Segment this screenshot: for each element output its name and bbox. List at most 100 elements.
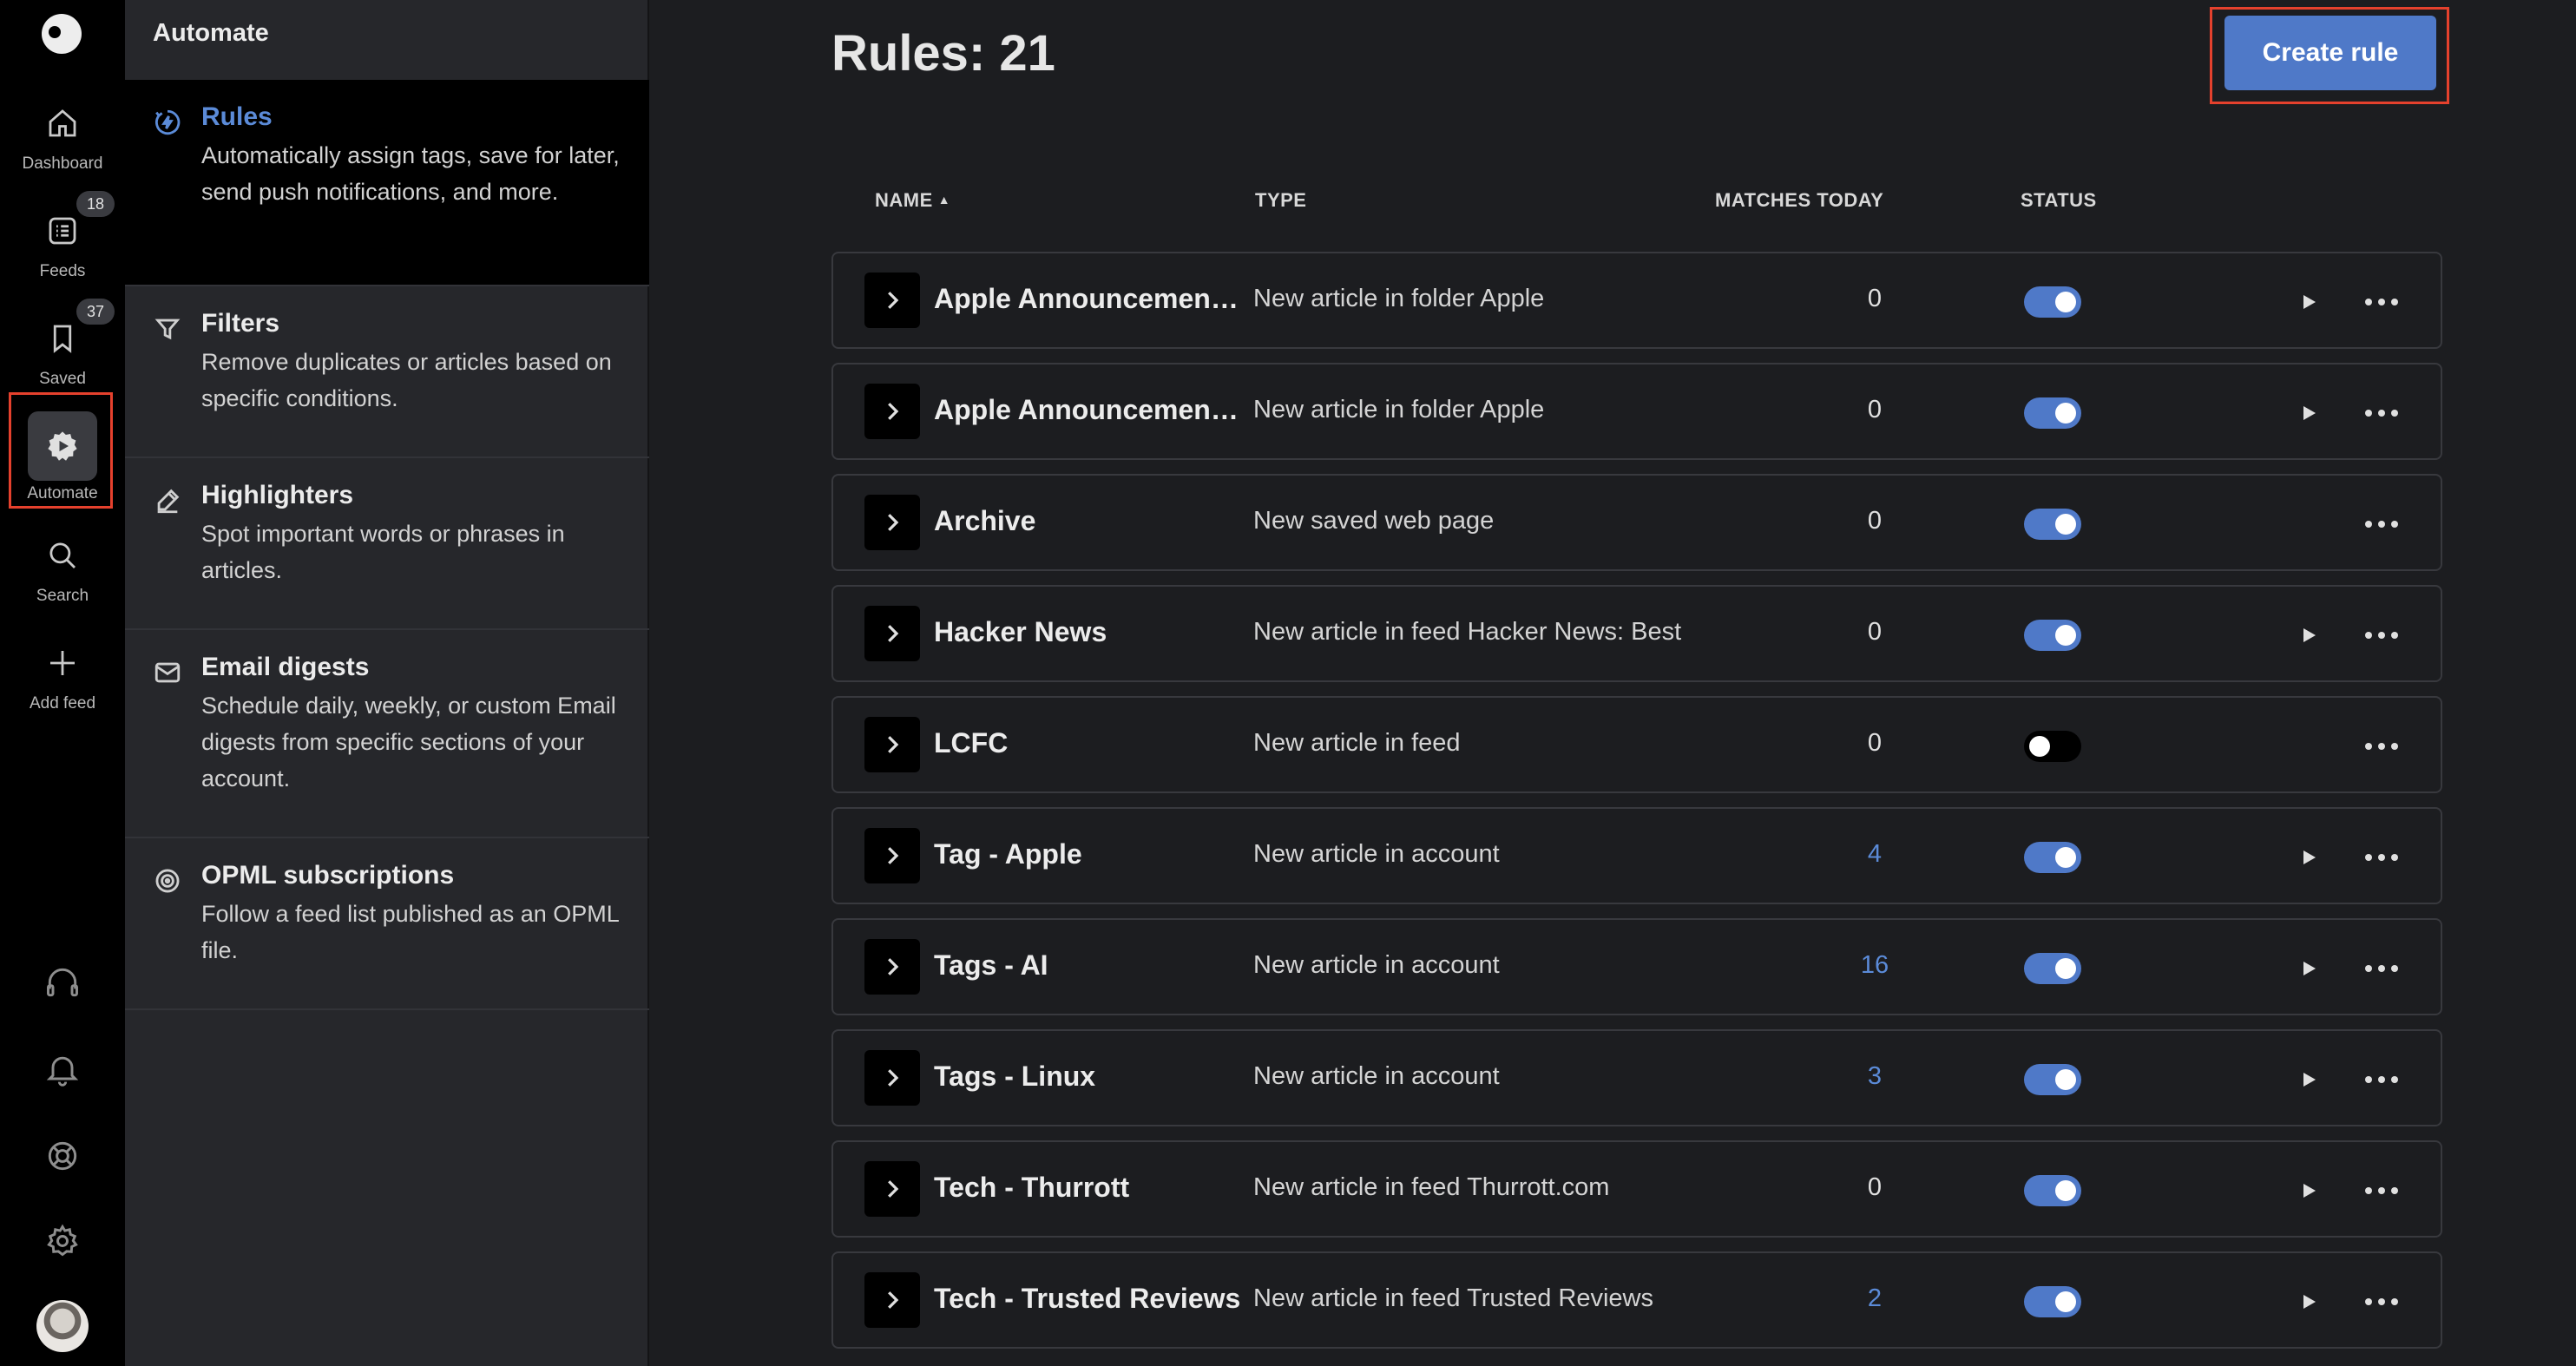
- rule-row[interactable]: Tags - Linux New article in account 3: [831, 1029, 2442, 1126]
- more-options-button[interactable]: [2361, 1284, 2402, 1319]
- play-icon: [2303, 850, 2316, 864]
- more-options-button[interactable]: [2361, 285, 2402, 319]
- expand-button[interactable]: [864, 1272, 920, 1328]
- panel-item-highlighters[interactable]: Highlighters Spot important words or phr…: [125, 458, 649, 630]
- rule-row[interactable]: Apple Announcement… New article in folde…: [831, 363, 2442, 460]
- panel-item-filters[interactable]: Filters Remove duplicates or articles ba…: [125, 286, 649, 458]
- more-options-button[interactable]: [2361, 1173, 2402, 1208]
- more-options-button[interactable]: [2361, 396, 2402, 430]
- rule-name[interactable]: Apple Announcement…: [934, 394, 1246, 426]
- more-options-button[interactable]: [2361, 507, 2402, 542]
- column-header-status: STATUS: [2021, 189, 2097, 211]
- rule-row[interactable]: Tag - Apple New article in account 4: [831, 807, 2442, 904]
- rule-row[interactable]: Tech - Trusted Reviews New article in fe…: [831, 1251, 2442, 1349]
- help-icon[interactable]: [40, 1133, 85, 1179]
- rule-row[interactable]: Apple Announcement… New article in folde…: [831, 252, 2442, 349]
- play-icon: [2303, 628, 2316, 642]
- rules-table: Apple Announcement… New article in folde…: [831, 252, 2442, 1363]
- matches-today[interactable]: 3: [1840, 1062, 1909, 1091]
- run-rule-button[interactable]: [2293, 1064, 2324, 1095]
- panel-item-email-digests[interactable]: Email digests Schedule daily, weekly, or…: [125, 630, 649, 838]
- rule-name[interactable]: Tech - Trusted Reviews: [934, 1283, 1246, 1315]
- matches-today: 0: [1867, 285, 1883, 312]
- rule-row[interactable]: Tech - Thurrott New article in feed Thur…: [831, 1140, 2442, 1238]
- status-toggle[interactable]: [2024, 397, 2081, 429]
- create-rule-button[interactable]: Create rule: [2224, 16, 2436, 90]
- rule-type: New article in folder Apple: [1253, 396, 1545, 424]
- headphones-icon[interactable]: [40, 960, 85, 1005]
- bell-icon[interactable]: [40, 1047, 85, 1092]
- plus-icon: [38, 639, 87, 687]
- rail-item-dashboard[interactable]: Dashboard: [0, 90, 125, 193]
- run-rule-button[interactable]: [2293, 397, 2324, 429]
- status-toggle[interactable]: [2024, 842, 2081, 873]
- rail-item-feeds[interactable]: Feeds 18: [0, 191, 125, 300]
- rule-name[interactable]: Hacker News: [934, 616, 1246, 648]
- rule-row[interactable]: Archive New saved web page 0: [831, 474, 2442, 571]
- expand-button[interactable]: [864, 1050, 920, 1106]
- rule-row[interactable]: Hacker News New article in feed Hacker N…: [831, 585, 2442, 682]
- expand-button[interactable]: [864, 384, 920, 439]
- run-rule-button[interactable]: [2293, 286, 2324, 318]
- expand-button[interactable]: [864, 717, 920, 772]
- run-rule-button[interactable]: [2293, 953, 2324, 984]
- filter-icon: [153, 314, 182, 344]
- column-label: NAME: [875, 189, 933, 211]
- chevron-right-icon: [888, 403, 899, 420]
- matches-today[interactable]: 2: [1840, 1284, 1909, 1313]
- rule-name[interactable]: Tags - Linux: [934, 1061, 1246, 1093]
- rule-type: New article in feed: [1253, 729, 1461, 757]
- status-toggle[interactable]: [2024, 620, 2081, 651]
- opml-icon: [153, 866, 182, 896]
- rule-name[interactable]: LCFC: [934, 727, 1246, 759]
- matches-today[interactable]: 4: [1840, 840, 1909, 869]
- rule-row[interactable]: Tags - AI New article in account 16: [831, 918, 2442, 1015]
- status-toggle[interactable]: [2024, 1064, 2081, 1095]
- rule-name[interactable]: Tech - Thurrott: [934, 1172, 1246, 1204]
- status-toggle[interactable]: [2024, 731, 2081, 762]
- gear-icon[interactable]: [40, 1218, 85, 1264]
- ellipsis-icon: [2365, 1187, 2398, 1194]
- run-rule-button[interactable]: [2293, 620, 2324, 651]
- chevron-right-icon: [888, 847, 899, 864]
- status-toggle[interactable]: [2024, 509, 2081, 540]
- panel-title: Automate: [153, 19, 269, 47]
- rule-name[interactable]: Tags - AI: [934, 949, 1246, 982]
- rule-type: New article in account: [1253, 951, 1500, 979]
- avatar[interactable]: [36, 1300, 89, 1352]
- expand-button[interactable]: [864, 1161, 920, 1217]
- panel-item-opml[interactable]: OPML subscriptions Follow a feed list pu…: [125, 838, 649, 1010]
- expand-button[interactable]: [864, 828, 920, 883]
- more-options-button[interactable]: [2361, 729, 2402, 764]
- rail-label: Add feed: [29, 694, 96, 713]
- status-toggle[interactable]: [2024, 1286, 2081, 1317]
- rail-item-search[interactable]: Search: [0, 522, 125, 625]
- column-header-name[interactable]: NAME ▲: [875, 189, 950, 212]
- more-options-button[interactable]: [2361, 618, 2402, 653]
- app-logo[interactable]: [42, 14, 82, 54]
- panel-item-desc: Remove duplicates or articles based on s…: [201, 349, 612, 411]
- run-rule-button[interactable]: [2293, 1175, 2324, 1206]
- more-options-button[interactable]: [2361, 951, 2402, 986]
- more-options-button[interactable]: [2361, 840, 2402, 875]
- play-icon: [2303, 1295, 2316, 1309]
- matches-today[interactable]: 16: [1840, 951, 1909, 980]
- rule-name[interactable]: Tag - Apple: [934, 838, 1246, 870]
- ellipsis-icon: [2365, 1076, 2398, 1083]
- rule-row[interactable]: LCFC New article in feed 0: [831, 696, 2442, 793]
- rail-item-add-feed[interactable]: Add feed: [0, 630, 125, 732]
- run-rule-button[interactable]: [2293, 1286, 2324, 1317]
- expand-button[interactable]: [864, 939, 920, 995]
- run-rule-button[interactable]: [2293, 842, 2324, 873]
- rule-name[interactable]: Apple Announcement…: [934, 283, 1246, 315]
- status-toggle[interactable]: [2024, 286, 2081, 318]
- expand-button[interactable]: [864, 606, 920, 661]
- panel-item-rules[interactable]: Rules Automatically assign tags, save fo…: [125, 80, 649, 286]
- status-toggle[interactable]: [2024, 1175, 2081, 1206]
- expand-button[interactable]: [864, 273, 920, 328]
- status-toggle[interactable]: [2024, 953, 2081, 984]
- chevron-right-icon: [888, 514, 899, 531]
- expand-button[interactable]: [864, 495, 920, 550]
- rule-name[interactable]: Archive: [934, 505, 1246, 537]
- more-options-button[interactable]: [2361, 1062, 2402, 1097]
